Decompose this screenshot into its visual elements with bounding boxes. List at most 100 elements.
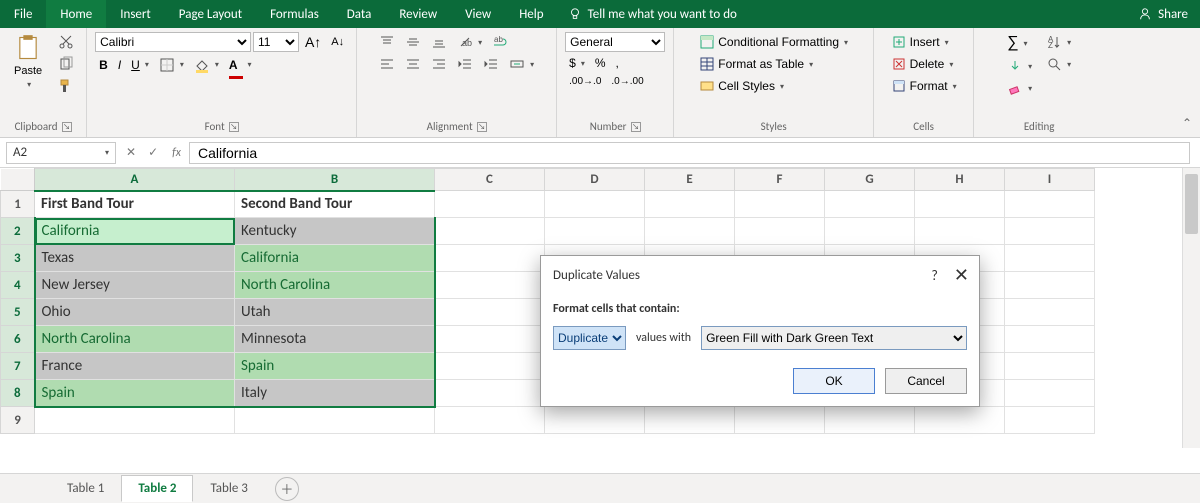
cell-C7[interactable] (435, 353, 545, 380)
tab-insert[interactable]: Insert (106, 0, 165, 28)
cell-I7[interactable] (1005, 353, 1095, 380)
find-select-button[interactable]: ▾ (1042, 54, 1075, 74)
cell-H1[interactable] (915, 191, 1005, 218)
row-header-9[interactable]: 9 (1, 407, 35, 434)
column-header-B[interactable]: B (235, 169, 435, 191)
cell-styles-button[interactable]: Cell Styles▾ (695, 76, 788, 96)
tab-data[interactable]: Data (333, 0, 386, 28)
tell-me-search[interactable]: Tell me what you want to do (558, 0, 747, 28)
font-color-button[interactable]: A▾ (225, 54, 256, 75)
cell-I2[interactable] (1005, 218, 1095, 245)
sheet-tab-table 3[interactable]: Table 3 (193, 475, 264, 502)
tab-review[interactable]: Review (385, 0, 451, 28)
enter-formula-button[interactable]: ✓ (142, 145, 164, 160)
row-header-6[interactable]: 6 (1, 326, 35, 353)
clipboard-dialog-launcher[interactable]: ↘ (62, 122, 72, 132)
tab-file[interactable]: File (0, 0, 46, 28)
row-header-5[interactable]: 5 (1, 299, 35, 326)
cell-B4[interactable]: North Carolina (235, 272, 435, 299)
tab-view[interactable]: View (451, 0, 505, 28)
cell-E2[interactable] (645, 218, 735, 245)
cell-B1[interactable]: Second Band Tour (235, 191, 435, 218)
column-header-C[interactable]: C (435, 169, 545, 191)
row-header-4[interactable]: 4 (1, 272, 35, 299)
cell-H9[interactable] (915, 407, 1005, 434)
name-box[interactable]: A2 ▾ (6, 142, 116, 164)
align-top-button[interactable] (375, 32, 399, 52)
decrease-font-button[interactable]: A↓ (327, 34, 348, 50)
merge-center-button[interactable]: ▾ (505, 54, 538, 74)
tab-formulas[interactable]: Formulas (256, 0, 333, 28)
format-cells-button[interactable]: Format▾ (887, 76, 961, 96)
format-painter-button[interactable] (54, 76, 78, 96)
conditional-formatting-button[interactable]: Conditional Formatting▾ (695, 32, 852, 52)
font-name-select[interactable]: Calibri (95, 32, 251, 52)
cell-E1[interactable] (645, 191, 735, 218)
cell-C8[interactable] (435, 380, 545, 407)
clear-button[interactable]: ▾ (1003, 78, 1036, 98)
formula-input[interactable] (189, 142, 1190, 164)
sheet-tab-table 2[interactable]: Table 2 (121, 475, 193, 502)
underline-button[interactable]: U▾ (127, 56, 153, 74)
cell-A6[interactable]: North Carolina (35, 326, 235, 353)
cancel-formula-button[interactable]: ✕ (120, 145, 142, 160)
dialog-mode-select[interactable]: Duplicate (553, 326, 626, 350)
cell-I5[interactable] (1005, 299, 1095, 326)
cell-E9[interactable] (645, 407, 735, 434)
row-header-7[interactable]: 7 (1, 353, 35, 380)
cell-F2[interactable] (735, 218, 825, 245)
dialog-ok-button[interactable]: OK (793, 368, 875, 394)
increase-indent-button[interactable] (479, 54, 503, 74)
cell-H2[interactable] (915, 218, 1005, 245)
cell-G9[interactable] (825, 407, 915, 434)
cell-D2[interactable] (545, 218, 645, 245)
sheet-tab-table 1[interactable]: Table 1 (50, 475, 121, 502)
cell-I6[interactable] (1005, 326, 1095, 353)
cell-A8[interactable]: Spain (35, 380, 235, 407)
new-sheet-button[interactable]: ＋ (275, 477, 299, 501)
cell-B6[interactable]: Minnesota (235, 326, 435, 353)
delete-cells-button[interactable]: Delete▾ (887, 54, 958, 74)
row-header-8[interactable]: 8 (1, 380, 35, 407)
share-button[interactable]: Share (1126, 0, 1200, 28)
italic-button[interactable]: I (114, 56, 125, 74)
format-as-table-button[interactable]: Format as Table▾ (695, 54, 817, 74)
dialog-help-button[interactable]: ? (931, 267, 938, 284)
cell-B7[interactable]: Spain (235, 353, 435, 380)
align-bottom-button[interactable] (427, 32, 451, 52)
cell-D1[interactable] (545, 191, 645, 218)
fill-button[interactable]: ▾ (1003, 56, 1036, 76)
insert-cells-button[interactable]: Insert▾ (887, 32, 953, 52)
alignment-dialog-launcher[interactable]: ↘ (477, 122, 487, 132)
cell-I4[interactable] (1005, 272, 1095, 299)
dialog-close-button[interactable]: ✕ (954, 264, 969, 286)
number-dialog-launcher[interactable]: ↘ (631, 122, 641, 132)
column-header-A[interactable]: A (35, 169, 235, 191)
percent-button[interactable]: % (591, 54, 610, 72)
cell-A7[interactable]: France (35, 353, 235, 380)
column-header-F[interactable]: F (735, 169, 825, 191)
cell-A1[interactable]: First Band Tour (35, 191, 235, 218)
cell-F1[interactable] (735, 191, 825, 218)
dialog-cancel-button[interactable]: Cancel (885, 368, 967, 394)
copy-button[interactable] (54, 54, 78, 74)
align-center-button[interactable] (401, 54, 425, 74)
cell-A3[interactable]: Texas (35, 245, 235, 272)
wrap-text-button[interactable]: ab (488, 32, 512, 52)
cell-A4[interactable]: New Jersey (35, 272, 235, 299)
increase-font-button[interactable]: A↑ (301, 32, 325, 52)
tab-home[interactable]: Home (46, 0, 106, 28)
cell-C5[interactable] (435, 299, 545, 326)
column-header-D[interactable]: D (545, 169, 645, 191)
column-header-I[interactable]: I (1005, 169, 1095, 191)
tab-page-layout[interactable]: Page Layout (165, 0, 256, 28)
decrease-indent-button[interactable] (453, 54, 477, 74)
font-size-select[interactable]: 11 (253, 32, 299, 52)
column-header-E[interactable]: E (645, 169, 735, 191)
row-header-3[interactable]: 3 (1, 245, 35, 272)
cell-B3[interactable]: California (235, 245, 435, 272)
cell-G1[interactable] (825, 191, 915, 218)
cell-C6[interactable] (435, 326, 545, 353)
sort-filter-button[interactable]: AZ▾ (1042, 32, 1075, 52)
collapse-ribbon-button[interactable]: ⌃ (1182, 116, 1192, 131)
